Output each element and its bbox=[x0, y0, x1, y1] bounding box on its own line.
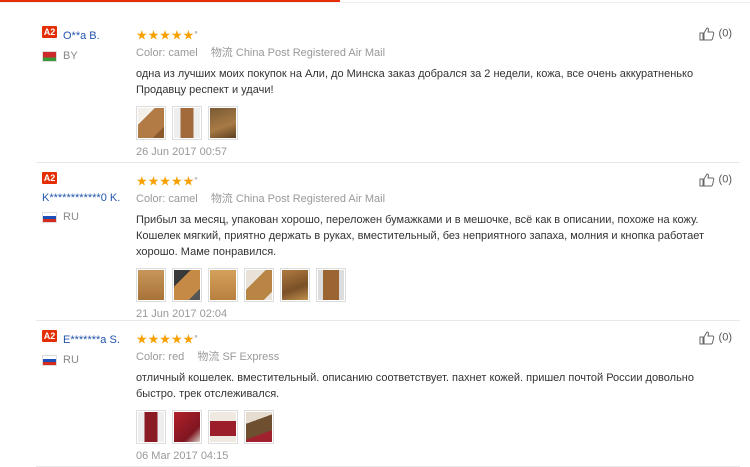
reviewer-name[interactable]: O**a B. bbox=[63, 30, 100, 42]
review-photo-thumb[interactable] bbox=[172, 106, 202, 141]
thumbs-up-icon bbox=[699, 173, 715, 187]
review-photos bbox=[136, 106, 706, 141]
rating-dot-icon: ● bbox=[194, 176, 198, 182]
shipping-value: China Post Registered Air Mail bbox=[235, 193, 386, 206]
star-rating: ★★★★★● bbox=[136, 26, 706, 42]
review-photos bbox=[136, 410, 706, 445]
review-photo-thumb[interactable] bbox=[172, 268, 202, 303]
order-info: Color: camel 物流 China Post Registered Ai… bbox=[136, 193, 706, 206]
review-photo-thumb[interactable] bbox=[316, 268, 346, 303]
review-item: A2 K************0 K. RU ★★★★★● Color: ca… bbox=[36, 172, 740, 321]
review-photo-thumb[interactable] bbox=[208, 106, 238, 141]
belarus-flag-icon bbox=[42, 50, 57, 62]
stars-icon: ★★★★★ bbox=[136, 27, 195, 43]
russia-flag-icon bbox=[42, 354, 57, 366]
helpful-button[interactable]: (0) bbox=[699, 172, 732, 187]
order-info: Color: red 物流 SF Express bbox=[136, 351, 706, 364]
buyer-level-badge: A2 bbox=[42, 172, 57, 184]
star-rating: ★★★★★● bbox=[136, 172, 706, 188]
review-date: 21 Jun 2017 02:04 bbox=[136, 308, 228, 321]
review-photo-thumb[interactable] bbox=[208, 410, 238, 445]
review-photo-thumb[interactable] bbox=[208, 268, 238, 303]
review-text: отличный кошелек. вместительный. описани… bbox=[136, 372, 694, 401]
reviewer-country: BY bbox=[42, 50, 136, 62]
country-code: RU bbox=[63, 354, 79, 366]
shipping-label: 物流 bbox=[197, 351, 220, 364]
russia-flag-icon bbox=[42, 211, 57, 223]
review-photo-thumb[interactable] bbox=[136, 410, 166, 445]
color-value: camel bbox=[168, 47, 198, 60]
review-item: A2 O**a B. BY ★★★★★● Color: camel 物流 Chin… bbox=[36, 26, 740, 163]
rating-dot-icon: ● bbox=[194, 30, 198, 36]
buyer-level-badge: A2 bbox=[42, 26, 57, 38]
review-text: одна из лучших моих покупок на Али, до М… bbox=[136, 68, 694, 97]
shipping-label: 物流 bbox=[210, 47, 233, 60]
star-rating: ★★★★★● bbox=[136, 330, 706, 346]
helpful-count: (0) bbox=[718, 27, 732, 40]
reviewer-info: A2 O**a B. BY bbox=[42, 26, 136, 62]
reviewer-info: A2 E*******a S. RU bbox=[42, 330, 136, 366]
country-code: RU bbox=[63, 211, 79, 223]
review-body: ★★★★★● Color: camel 物流 China Post Regist… bbox=[136, 26, 706, 158]
helpful-count: (0) bbox=[718, 331, 732, 344]
review-photos bbox=[136, 268, 706, 303]
review-date: 26 Jun 2017 00:57 bbox=[136, 146, 228, 159]
helpful-count: (0) bbox=[718, 173, 732, 186]
top-divider bbox=[0, 2, 750, 3]
thumbs-up-icon bbox=[699, 331, 715, 345]
review-text: Прибыл за месяц, упакован хорошо, перело… bbox=[136, 214, 704, 259]
stars-icon: ★★★★★ bbox=[136, 331, 195, 347]
review-photo-thumb[interactable] bbox=[136, 268, 166, 303]
review-body: ★★★★★● Color: camel 物流 China Post Regist… bbox=[136, 172, 706, 320]
buyer-level-badge: A2 bbox=[42, 330, 57, 342]
shipping-label: 物流 bbox=[210, 193, 233, 206]
helpful-button[interactable]: (0) bbox=[699, 330, 732, 345]
thumbs-up-icon bbox=[699, 27, 715, 41]
color-label: Color: bbox=[136, 193, 166, 206]
helpful-button[interactable]: (0) bbox=[699, 26, 732, 41]
review-photo-thumb[interactable] bbox=[244, 268, 274, 303]
review-photo-thumb[interactable] bbox=[280, 268, 310, 303]
order-info: Color: camel 物流 China Post Registered Ai… bbox=[136, 47, 706, 60]
country-code: BY bbox=[63, 50, 78, 62]
color-value: red bbox=[168, 351, 185, 364]
review-body: ★★★★★● Color: red 物流 SF Express отличный… bbox=[136, 330, 706, 462]
shipping-value: China Post Registered Air Mail bbox=[235, 47, 386, 60]
review-photo-thumb[interactable] bbox=[136, 106, 166, 141]
color-label: Color: bbox=[136, 351, 166, 364]
reviewer-name[interactable]: E*******a S. bbox=[63, 334, 120, 346]
reviewer-country: RU bbox=[42, 354, 136, 366]
review-item: A2 E*******a S. RU ★★★★★● Color: red 物流 S… bbox=[36, 330, 740, 467]
color-value: camel bbox=[168, 193, 198, 206]
review-date: 06 Mar 2017 04:15 bbox=[136, 450, 229, 463]
reviewer-name[interactable]: K************0 K. bbox=[42, 192, 134, 205]
color-label: Color: bbox=[136, 47, 166, 60]
review-photo-thumb[interactable] bbox=[244, 410, 274, 445]
rating-dot-icon: ● bbox=[194, 334, 198, 340]
reviewer-country: RU bbox=[42, 211, 136, 223]
reviewer-info: A2 K************0 K. RU bbox=[42, 172, 136, 223]
shipping-value: SF Express bbox=[222, 351, 280, 364]
review-photo-thumb[interactable] bbox=[172, 410, 202, 445]
stars-icon: ★★★★★ bbox=[136, 173, 195, 189]
